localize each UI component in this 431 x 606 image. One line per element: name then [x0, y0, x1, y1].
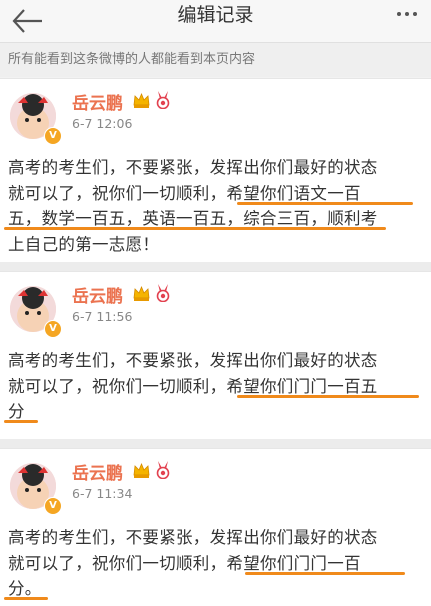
- highlight-underline: [4, 420, 38, 423]
- post-text: 高考的考生们，不要紧张，发挥出你们最好的状态 就可以了，祝你们一切顺利，希望你们…: [8, 348, 428, 425]
- post-text: 高考的考生们，不要紧张，发挥出你们最好的状态 就可以了，祝你们一切顺利，希望你们…: [8, 155, 428, 257]
- text-line: 分。: [8, 579, 42, 598]
- edit-record-card: V 岳云鹏 6-7 12:06 高考的考生们，不要紧张，发挥出你们最好的状态 就…: [0, 78, 431, 263]
- post-time: 6-7 11:34: [72, 486, 133, 501]
- highlight-underline: [237, 395, 419, 398]
- post-time: 6-7 12:06: [72, 116, 133, 131]
- verified-badge-icon: V: [44, 320, 62, 338]
- medal-icon: [156, 91, 170, 109]
- crown-icon: [133, 285, 150, 301]
- verified-badge-icon: V: [44, 497, 62, 515]
- highlight-underline: [245, 572, 405, 575]
- text-line: 上自己的第一志愿！: [8, 234, 160, 254]
- post-time: 6-7 11:56: [72, 309, 133, 324]
- verified-badge-icon: V: [44, 127, 62, 145]
- visibility-notice: 所有能看到这条微博的人都能看到本页内容: [0, 43, 431, 77]
- medal-icon: [156, 461, 170, 479]
- text-line: 高考的考生们，不要紧张，发挥出你们最好的状态: [8, 351, 378, 370]
- highlight-underline: [237, 202, 413, 205]
- post-text: 高考的考生们，不要紧张，发挥出你们最好的状态 就可以了，祝你们一切顺利，希望你们…: [8, 525, 428, 602]
- separator: [0, 262, 431, 271]
- username[interactable]: 岳云鹏: [72, 89, 123, 114]
- crown-icon: [133, 462, 150, 478]
- more-dots-icon[interactable]: [397, 8, 421, 22]
- edit-record-card: V 岳云鹏 6-7 11:34 高考的考生们，不要紧张，发挥出你们最好的状态 就…: [0, 448, 431, 606]
- medal-icon: [156, 284, 170, 302]
- separator: [0, 439, 431, 448]
- highlight-underline: [4, 597, 48, 600]
- top-bar: 编辑记录: [0, 0, 431, 43]
- username[interactable]: 岳云鹏: [72, 459, 123, 484]
- username[interactable]: 岳云鹏: [72, 282, 123, 307]
- text-line: 高考的考生们，不要紧张，发挥出你们最好的状态: [8, 528, 378, 547]
- text-line: 分: [8, 402, 25, 421]
- edit-record-card: V 岳云鹏 6-7 11:56 高考的考生们，不要紧张，发挥出你们最好的状态 就…: [0, 271, 431, 440]
- highlight-underline: [4, 227, 386, 230]
- crown-icon: [133, 92, 150, 108]
- page-title: 编辑记录: [177, 4, 254, 26]
- text-line: 高考的考生们，不要紧张，发挥出你们最好的状态: [8, 158, 378, 177]
